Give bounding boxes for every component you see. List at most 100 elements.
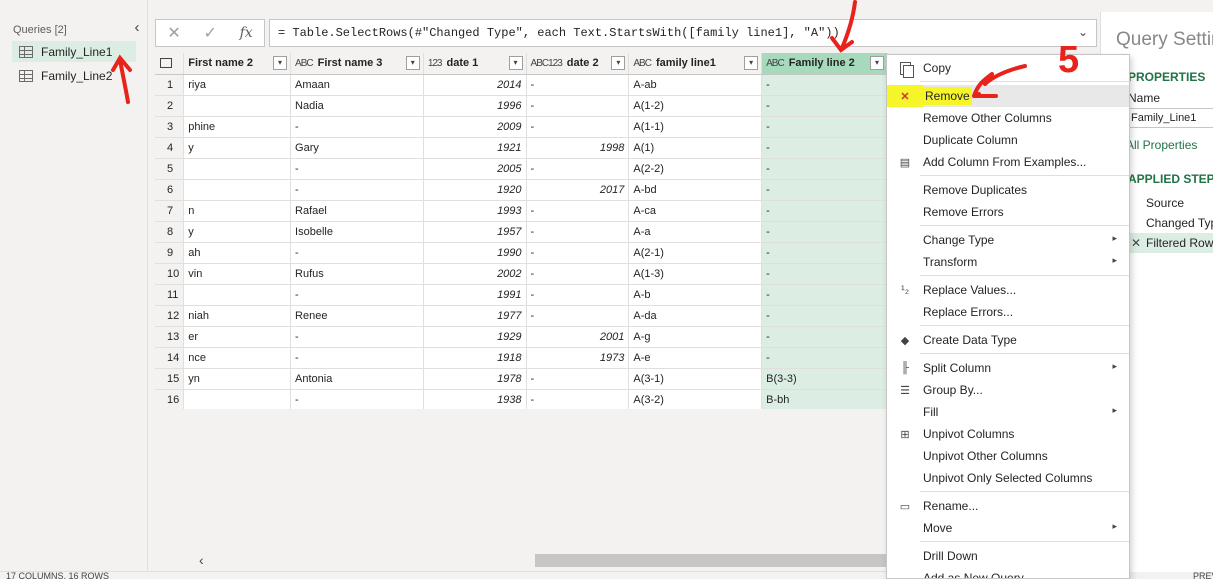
table-cell[interactable]: A-b [628, 284, 763, 306]
table-cell[interactable]: 1990 [423, 242, 527, 264]
cancel-formula-button[interactable]: ✕ [167, 23, 180, 43]
table-cell[interactable]: - [761, 74, 888, 96]
table-cell[interactable]: 1920 [423, 179, 527, 201]
table-cell[interactable]: 2009 [423, 116, 527, 138]
column-header-family-line-2[interactable]: ABC Family line 2 ▾ [761, 53, 888, 75]
row-number[interactable]: 5 [155, 158, 185, 180]
table-cell[interactable]: - [290, 242, 424, 264]
table-row[interactable]: 14 nce -1918 1973 A-e - [155, 347, 888, 369]
table-cell[interactable]: - [290, 389, 424, 409]
table-cell[interactable]: - [526, 242, 630, 264]
filter-dropdown-icon[interactable]: ▾ [405, 56, 420, 70]
filter-dropdown-icon[interactable]: ▾ [508, 56, 523, 70]
row-number[interactable]: 15 [155, 368, 185, 390]
table-row[interactable]: 11-1991- A-b - [155, 284, 888, 306]
table-cell[interactable] [183, 389, 292, 409]
table-cell[interactable]: - [290, 116, 424, 138]
table-cell[interactable]: - [761, 179, 888, 201]
table-cell[interactable]: A-e [628, 347, 763, 369]
table-cell[interactable]: - [526, 305, 630, 327]
table-cell[interactable]: - [290, 326, 424, 348]
table-cell[interactable]: Renee [290, 305, 424, 327]
table-cell[interactable]: 1991 [423, 284, 527, 306]
row-number[interactable]: 9 [155, 242, 185, 264]
table-cell[interactable]: A(2-1) [628, 242, 763, 264]
table-row[interactable]: 7 n Rafael 1993- A-ca - [155, 200, 888, 222]
table-row[interactable]: 8 y Isobelle 1957- A-a - [155, 221, 888, 243]
menu-item-replace-errors[interactable]: Replace Errors... [887, 301, 1129, 323]
applied-step-filtered-rows[interactable]: ✕ Filtered Rows [1128, 233, 1213, 253]
table-cell[interactable]: 2001 [526, 326, 630, 348]
table-cell[interactable]: A-g [628, 326, 763, 348]
table-cell[interactable]: A(3-2) [628, 389, 763, 409]
table-cell[interactable]: A(1-2) [628, 95, 763, 117]
row-number[interactable]: 1 [155, 74, 185, 96]
column-header-date-1[interactable]: 123 date 1 ▾ [423, 53, 527, 75]
table-cell[interactable]: 1993 [423, 200, 527, 222]
table-cell[interactable]: 2005 [423, 158, 527, 180]
table-cell[interactable]: - [526, 74, 630, 96]
table-cell[interactable]: - [761, 158, 888, 180]
table-cell[interactable]: - [761, 326, 888, 348]
table-cell[interactable]: Gary [290, 137, 424, 159]
applied-step-changed-type[interactable]: Changed Type [1128, 213, 1213, 233]
table-cell[interactable]: 1998 [526, 137, 630, 159]
table-cell[interactable]: 1996 [423, 95, 527, 117]
filter-dropdown-icon[interactable]: ▾ [611, 56, 626, 70]
column-header-first-name-3[interactable]: ABC First name 3 ▾ [290, 53, 424, 75]
menu-item-fill[interactable]: Fill ▸ [887, 401, 1129, 423]
filter-dropdown-icon[interactable]: ▾ [870, 56, 884, 70]
row-number[interactable]: 12 [155, 305, 185, 327]
table-cell[interactable]: Rafael [290, 200, 424, 222]
table-row[interactable]: 10 vin Rufus 2002- A(1-3) - [155, 263, 888, 285]
table-cell[interactable]: - [290, 284, 424, 306]
table-cell[interactable]: A(1-1) [628, 116, 763, 138]
table-cell[interactable] [183, 158, 292, 180]
table-row[interactable]: 16-1938- A(3-2) B-bh [155, 389, 888, 409]
menu-item-add-as-new-query[interactable]: Add as New Query [887, 567, 1129, 578]
menu-item-group-by[interactable]: ☰ Group By... [887, 379, 1129, 401]
table-cell[interactable]: - [761, 221, 888, 243]
formula-input[interactable]: = Table.SelectRows(#"Changed Type", each… [269, 19, 1097, 47]
menu-item-transform[interactable]: Transform ▸ [887, 251, 1129, 273]
menu-item-unpivot-columns[interactable]: ⊞ Unpivot Columns [887, 423, 1129, 445]
table-cell[interactable]: A(2-2) [628, 158, 763, 180]
table-cell[interactable]: B(3-3) [761, 368, 888, 390]
row-number[interactable]: 7 [155, 200, 185, 222]
table-cell[interactable]: 1929 [423, 326, 527, 348]
menu-item-change-type[interactable]: Change Type ▸ [887, 229, 1129, 251]
table-row[interactable]: 13 er -1929 2001 A-g - [155, 326, 888, 348]
menu-item-remove[interactable]: ✕ Remove [887, 85, 1129, 107]
menu-item-remove-errors[interactable]: Remove Errors [887, 201, 1129, 223]
number-type-icon[interactable]: 123 [428, 58, 443, 69]
all-properties-link[interactable]: All Properties [1126, 138, 1197, 152]
table-row[interactable]: 3 phine -2009- A(1-1) - [155, 116, 888, 138]
insert-function-button[interactable]: fx [240, 25, 253, 41]
table-cell[interactable]: - [526, 95, 630, 117]
table-row[interactable]: 9 ah -1990- A(2-1) - [155, 242, 888, 264]
text-type-icon[interactable]: ABC [295, 58, 314, 69]
table-cell[interactable]: Antonia [290, 368, 424, 390]
table-cell[interactable]: A(1-3) [628, 263, 763, 285]
table-cell[interactable]: - [526, 263, 630, 285]
table-cell[interactable]: A-da [628, 305, 763, 327]
table-cell[interactable]: - [761, 95, 888, 117]
table-cell[interactable]: - [761, 284, 888, 306]
table-cell[interactable]: - [761, 305, 888, 327]
column-header-date-2[interactable]: ABC123 date 2 ▾ [526, 53, 630, 75]
query-item-family-line1[interactable]: Family_Line1 [12, 41, 136, 62]
commit-formula-button[interactable]: ✓ [203, 23, 216, 43]
table-cell[interactable]: A-bd [628, 179, 763, 201]
table-cell[interactable]: er [183, 326, 292, 348]
table-row[interactable]: 1 riya Amaan 2014- A-ab - [155, 74, 888, 96]
table-cell[interactable] [183, 179, 292, 201]
expand-formula-icon[interactable]: ⌄ [1078, 20, 1088, 46]
row-number[interactable]: 3 [155, 116, 185, 138]
menu-item-create-data-type[interactable]: ◆ Create Data Type [887, 329, 1129, 351]
table-cell[interactable]: Rufus [290, 263, 424, 285]
menu-item-copy[interactable]: Copy [887, 57, 1129, 79]
table-cell[interactable]: - [761, 242, 888, 264]
table-cell[interactable]: Isobelle [290, 221, 424, 243]
table-cell[interactable]: niah [183, 305, 292, 327]
row-number[interactable]: 2 [155, 95, 185, 117]
